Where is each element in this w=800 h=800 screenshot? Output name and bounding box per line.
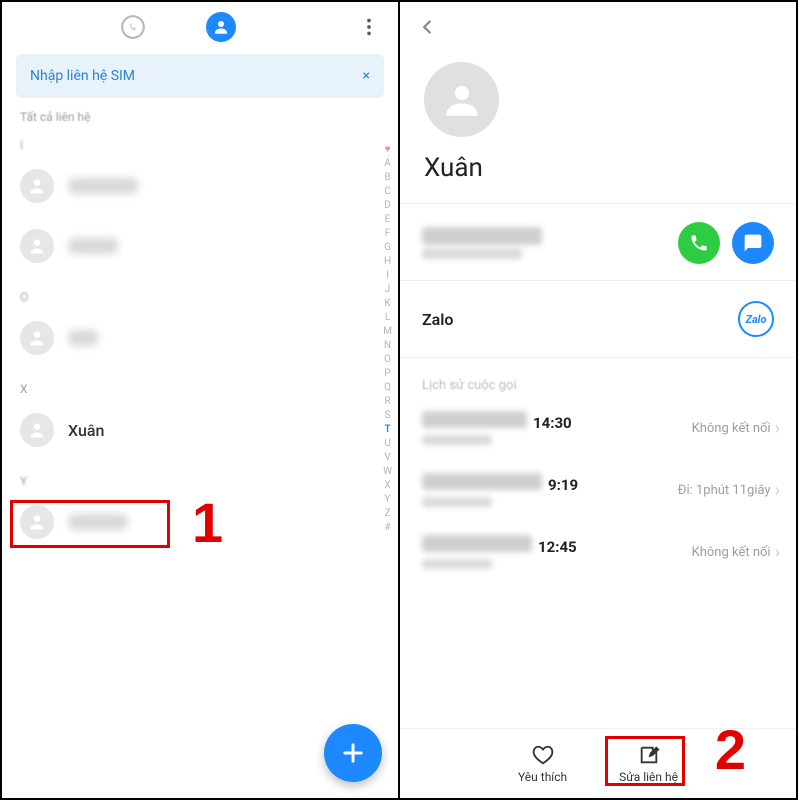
highlight-box-1: [10, 500, 170, 548]
chevron-right-icon: ›: [775, 418, 780, 439]
add-contact-fab[interactable]: [324, 724, 382, 782]
contacts-tab-icon[interactable]: [206, 12, 236, 42]
top-bar: [2, 2, 398, 48]
highlight-box-2: [605, 736, 685, 786]
avatar: [20, 169, 54, 203]
filter-label[interactable]: Tất cả liên hệ: [2, 108, 398, 124]
section-header: O: [2, 276, 398, 308]
avatar: [20, 413, 54, 447]
section-header-y: Y: [2, 460, 398, 492]
zalo-row[interactable]: Zalo Zalo: [400, 281, 796, 357]
contact-xuan-row[interactable]: Xuân: [2, 400, 398, 460]
avatar: [20, 321, 54, 355]
menu-dots-icon[interactable]: [358, 16, 380, 38]
alpha-index[interactable]: ♥ ABCDEFGHIJKLMNOPQRSTUVWXYZ#: [383, 144, 392, 533]
call-status: Đi: 1phút 11giây: [678, 483, 771, 498]
favorite-label: Yêu thích: [518, 770, 567, 784]
contact-detail-name: Xuân: [400, 147, 796, 203]
back-icon[interactable]: [416, 16, 438, 38]
contact-name: Xuân: [68, 421, 104, 440]
avatar: [20, 229, 54, 263]
message-button[interactable]: [732, 222, 774, 264]
phone-tab-icon[interactable]: [120, 14, 146, 40]
call-button[interactable]: [678, 222, 720, 264]
call-history-item[interactable]: 12:45 Không kết nối ›: [400, 521, 796, 583]
step-number-2: 2: [715, 717, 746, 782]
call-status: Không kết nối: [692, 545, 771, 560]
chevron-right-icon: ›: [775, 480, 780, 501]
list-item[interactable]: [2, 156, 398, 216]
call-history-label: Lịch sử cuộc gọi: [400, 358, 796, 397]
call-time: 9:19: [548, 476, 578, 494]
list-item[interactable]: [2, 308, 398, 368]
call-history-item[interactable]: 9:19 Đi: 1phút 11giây ›: [400, 459, 796, 521]
section-header: I: [2, 124, 398, 156]
phone-row: [400, 204, 796, 280]
contact-name-blurred: [68, 330, 98, 346]
call-time: 14:30: [533, 414, 572, 432]
favorite-button[interactable]: Yêu thích: [492, 744, 593, 784]
sim-import-banner[interactable]: Nhập liên hệ SIM ×: [16, 54, 384, 98]
step-number-1: 1: [192, 490, 223, 555]
phone-number-blurred: [422, 227, 542, 245]
sim-banner-text: Nhập liên hệ SIM: [30, 68, 135, 84]
zalo-label: Zalo: [422, 310, 453, 329]
contact-name-blurred: [68, 178, 138, 194]
section-header-x: X: [2, 368, 398, 400]
close-icon[interactable]: ×: [363, 68, 370, 84]
contacts-screen: Nhập liên hệ SIM × Tất cả liên hệ I O X …: [0, 0, 400, 800]
chevron-right-icon: ›: [775, 542, 780, 563]
call-status: Không kết nối: [692, 421, 771, 436]
call-history-item[interactable]: 14:30 Không kết nối ›: [400, 397, 796, 459]
contact-detail-screen: Xuân Zalo Zalo Lịch sử cuộc gọi 14:30 Kh…: [398, 0, 798, 800]
contact-name-blurred: [68, 238, 118, 254]
phone-sub-blurred: [422, 248, 522, 259]
zalo-icon: Zalo: [738, 301, 774, 337]
contact-avatar-large: [424, 62, 499, 137]
call-time: 12:45: [538, 538, 577, 556]
heart-icon[interactable]: ♥: [385, 144, 391, 155]
list-item[interactable]: [2, 216, 398, 276]
